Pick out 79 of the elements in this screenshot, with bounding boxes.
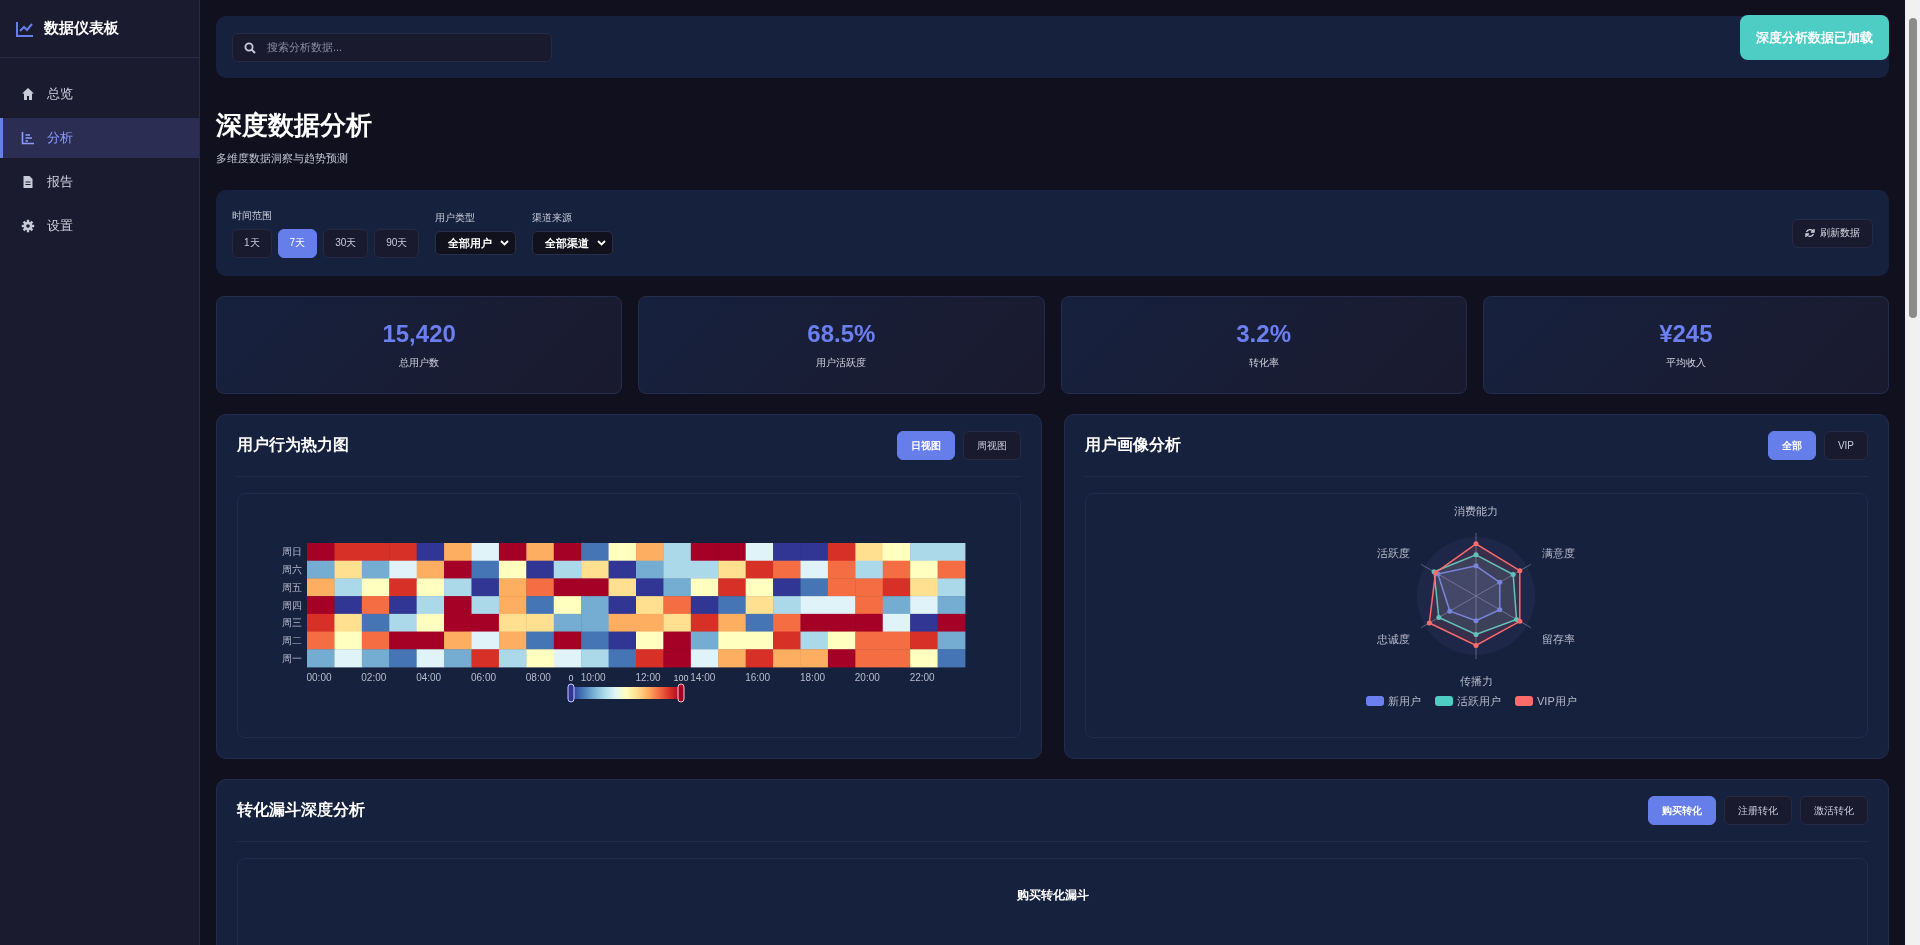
view-tab[interactable]: 周视图 — [962, 431, 1021, 460]
axis-label: 忠诚度 — [1377, 632, 1411, 645]
refresh-button[interactable]: 刷新数据 — [1792, 218, 1873, 248]
axis-label: 02:00 — [361, 671, 387, 683]
panel-title: 转化漏斗深度分析 — [237, 800, 365, 820]
axis-label: 满意度 — [1542, 546, 1576, 559]
scrollbar[interactable] — [1905, 0, 1920, 945]
panel-title: 用户行为热力图 — [237, 435, 349, 455]
stat-value: ¥245 — [1659, 320, 1713, 348]
filter-label: 用户类型 — [435, 211, 477, 225]
time-range-button[interactable]: 90天 — [374, 228, 420, 258]
chart-title: 购买转化漏斗 — [1016, 887, 1089, 904]
axis-label: 周日 — [281, 545, 302, 557]
axis-label: 12:00 — [635, 671, 661, 683]
panel-title: 用户画像分析 — [1084, 435, 1181, 455]
range-handle[interactable] — [677, 683, 685, 702]
view-tab[interactable]: 注册转化 — [1724, 796, 1792, 825]
axis-label: 周四 — [281, 599, 302, 610]
dropdown[interactable]: 全部渠道 — [532, 231, 614, 255]
axis-label: 20:00 — [854, 671, 880, 683]
chevron-down-icon — [597, 240, 607, 246]
axis-label: 06:00 — [470, 671, 496, 683]
axis-label: 16:00 — [744, 671, 770, 683]
view-tab[interactable]: VIP — [1823, 431, 1868, 460]
time-range-button[interactable]: 30天 — [323, 228, 369, 258]
stat-value: 3.2% — [1236, 320, 1291, 348]
legend-label: 活跃用户 — [1457, 694, 1502, 707]
axis-label: 周五 — [281, 581, 302, 593]
axis-label: 周六 — [281, 563, 302, 575]
bar-chart-icon — [21, 131, 35, 145]
home-icon — [21, 87, 35, 101]
page-title: 深度数据分析 — [216, 109, 373, 142]
refresh-icon — [1805, 228, 1815, 238]
chevron-down-icon — [500, 240, 510, 246]
filter-label: 渠道来源 — [532, 211, 574, 225]
axis-label: 04:00 — [415, 671, 441, 683]
dropdown[interactable]: 全部用户 — [435, 231, 517, 255]
stat-value: 15,420 — [382, 320, 456, 348]
app-title: 数据仪表板 — [44, 19, 119, 38]
axis-label: 传播力 — [1459, 674, 1493, 687]
filter-label: 时间范围 — [232, 208, 273, 223]
axis-label: 00:00 — [306, 671, 332, 683]
legend-label: 新用户 — [1388, 694, 1422, 707]
axis-label: 周三 — [281, 616, 302, 628]
notification-toast: 深度分析数据已加载 — [1740, 15, 1889, 60]
view-tab[interactable]: 全部 — [1767, 431, 1816, 460]
axis-label: 22:00 — [909, 671, 935, 683]
axis-label: 消费能力 — [1454, 504, 1499, 517]
axis-label: 18:00 — [799, 671, 825, 683]
axis-label: 10:00 — [580, 671, 606, 683]
view-tab[interactable]: 激活转化 — [1800, 796, 1868, 825]
view-tab[interactable]: 购买转化 — [1648, 796, 1716, 825]
nav-item[interactable]: 总览 — [0, 74, 199, 114]
axis-label: 周二 — [281, 634, 302, 646]
range-handle[interactable] — [567, 683, 575, 702]
line-chart-icon — [16, 20, 34, 37]
axis-label: 活跃度 — [1377, 546, 1411, 559]
axis-label: 留存率 — [1542, 632, 1576, 645]
stat-label: 总用户数 — [399, 356, 440, 370]
settings-icon — [21, 219, 35, 233]
view-tab[interactable]: 日视图 — [896, 431, 955, 460]
axis-label: 周一 — [281, 652, 302, 664]
scale-label: 100 — [673, 672, 689, 683]
search-field[interactable]: 搜索分析数据... — [232, 32, 552, 62]
nav-item[interactable]: 报告 — [0, 162, 199, 202]
legend-label: VIP用户 — [1537, 694, 1577, 707]
axis-label: 14:00 — [690, 671, 716, 683]
stat-value: 68.5% — [807, 320, 876, 348]
time-range-button[interactable]: 7天 — [277, 228, 318, 258]
scale-label: 0 — [568, 672, 574, 683]
time-range-button[interactable]: 1天 — [232, 228, 272, 258]
stat-label: 转化率 — [1248, 356, 1279, 370]
nav-item[interactable]: 分析 — [0, 118, 199, 158]
stat-label: 平均收入 — [1665, 356, 1706, 370]
page-subtitle: 多维度数据洞察与趋势预测 — [216, 151, 349, 166]
stat-label: 用户活跃度 — [816, 356, 867, 370]
document-icon — [21, 175, 35, 189]
nav-item[interactable]: 设置 — [0, 206, 199, 246]
axis-label: 08:00 — [525, 671, 551, 683]
